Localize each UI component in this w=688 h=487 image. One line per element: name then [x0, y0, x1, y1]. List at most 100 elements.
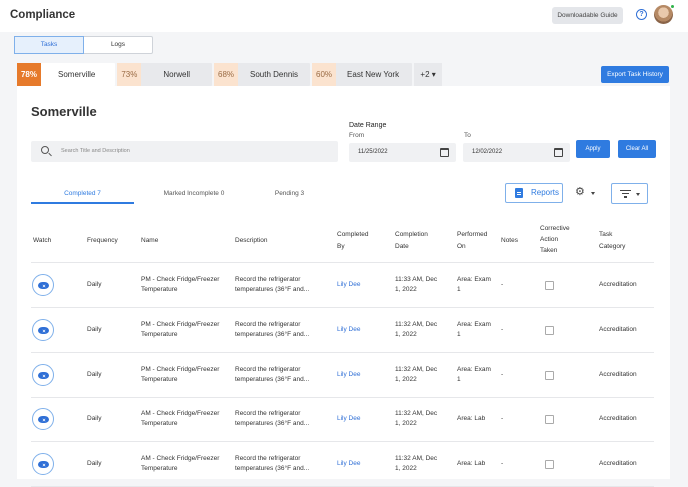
notes-cell: - [501, 415, 504, 422]
task-category-cell: Accreditation [599, 371, 637, 378]
description-cell: Record the refrigerator temperatures (36°… [235, 366, 310, 383]
to-label: To [464, 132, 471, 139]
col-completed-by: Completed By [337, 231, 369, 250]
apply-button[interactable]: Apply [576, 140, 610, 158]
watch-button[interactable] [32, 453, 54, 475]
description-cell: Record the refrigerator temperatures (36°… [235, 321, 310, 338]
frequency-cell: Daily [87, 460, 102, 467]
watch-button[interactable] [32, 319, 54, 341]
corrective-action-checkbox[interactable] [545, 281, 554, 290]
from-date-value: 11/25/2022 [358, 149, 388, 155]
name-cell[interactable]: AM - Check Fridge/Freezer Temperature [141, 409, 219, 429]
completed-by-link[interactable]: Lily Dee [337, 370, 360, 380]
notes-cell: - [501, 371, 504, 378]
clear-all-button[interactable]: Clear All [618, 140, 656, 158]
table-row[interactable]: Daily PM - Check Fridge/Freezer Temperatur… [31, 353, 654, 398]
corrective-action-checkbox[interactable] [545, 326, 554, 335]
watch-button[interactable] [32, 364, 54, 386]
corrective-action-checkbox[interactable] [545, 371, 554, 380]
location-tab-somerville[interactable]: 78% Somerville [17, 63, 116, 86]
col-completion-date: Completion Date [395, 231, 428, 250]
frequency-cell: Daily [87, 371, 102, 378]
completed-by-link[interactable]: Lily Dee [337, 325, 360, 335]
name-cell[interactable]: PM - Check Fridge/Freezer Temperature [141, 365, 219, 385]
col-corrective-action: Corrective Action Taken [540, 225, 570, 254]
location-tab-east-new-york[interactable]: 60% East New York [312, 63, 413, 86]
calendar-icon[interactable] [440, 148, 449, 157]
top-bar: Compliance Downloadable Guide ? [0, 0, 688, 32]
name-cell[interactable]: AM - Check Fridge/Freezer Temperature [141, 454, 219, 474]
from-label: From [349, 132, 365, 139]
eye-icon [38, 372, 49, 379]
export-task-history-button[interactable]: Export Task History [601, 66, 669, 83]
performed-on-cell: Area: Lab [457, 460, 486, 467]
notes-cell: - [501, 460, 504, 467]
table-row[interactable]: Daily PM - Check Fridge/Freezer Temperatur… [31, 263, 654, 308]
description-cell: Record the refrigerator temperatures (36°… [235, 455, 310, 472]
col-description: Description [235, 237, 268, 244]
tab-logs[interactable]: Logs [84, 37, 152, 53]
tab-marked-incomplete[interactable]: Marked Incomplete 0 [145, 190, 243, 197]
task-category-cell: Accreditation [599, 281, 637, 288]
location-tab-south-dennis[interactable]: 68% South Dennis [214, 63, 311, 86]
location-title: Somerville [31, 104, 97, 119]
to-date-value: 12/02/2022 [472, 149, 503, 155]
col-task-category: Task Category [599, 231, 626, 250]
location-tab-norwell[interactable]: 73% Norwell [117, 63, 213, 86]
eye-icon [38, 416, 49, 423]
from-date-field[interactable]: 11/25/2022 [349, 143, 456, 162]
view-toggle: Tasks Logs [14, 36, 153, 54]
watch-button[interactable] [32, 408, 54, 430]
performed-on-cell: Area: Lab [457, 415, 486, 422]
name-cell[interactable]: PM - Check Fridge/Freezer Temperature [141, 320, 219, 340]
calendar-icon[interactable] [554, 148, 563, 157]
notes-cell: - [501, 281, 504, 288]
performed-on-cell: Area: Exam 1 [457, 321, 491, 338]
watch-button[interactable] [32, 274, 54, 296]
location-panel: Somerville Search Title and Description … [17, 86, 670, 487]
downloadable-guide-button[interactable]: Downloadable Guide [552, 7, 623, 24]
location-percent: 78% [17, 63, 41, 86]
chevron-down-icon[interactable] [591, 192, 595, 195]
task-category-cell: Accreditation [599, 326, 637, 333]
performed-on-cell: Area: Exam 1 [457, 366, 491, 383]
frequency-cell: Daily [87, 415, 102, 422]
completed-by-link[interactable]: Lily Dee [337, 414, 360, 424]
search-icon [41, 146, 49, 154]
col-notes: Notes [501, 237, 518, 244]
location-percent: 73% [117, 63, 142, 86]
search-input[interactable]: Search Title and Description [31, 141, 338, 162]
corrective-action-checkbox[interactable] [545, 415, 554, 424]
completion-date-cell: 11:32 AM, Dec 1, 2022 [395, 455, 438, 472]
table-row[interactable]: Daily AM - Check Fridge/Freezer Temperatur… [31, 397, 654, 442]
tab-pending[interactable]: Pending 3 [257, 190, 322, 197]
table-row[interactable]: Daily PM - Check Fridge/Freezer Temperatur… [31, 308, 654, 353]
more-locations-dropdown[interactable]: +2 ▾ [414, 63, 443, 86]
name-cell[interactable]: PM - Check Fridge/Freezer Temperature [141, 275, 219, 295]
gear-icon[interactable]: ⚙ [575, 187, 585, 198]
filter-button[interactable] [611, 183, 648, 204]
chevron-down-icon [636, 193, 640, 196]
help-icon[interactable]: ? [636, 9, 647, 20]
reports-button[interactable]: Reports [505, 183, 563, 203]
description-cell: Record the refrigerator temperatures (36°… [235, 276, 310, 293]
description-cell: Record the refrigerator temperatures (36°… [235, 410, 310, 427]
tab-completed[interactable]: Completed 7 [31, 190, 134, 197]
to-date-field[interactable]: 12/02/2022 [463, 143, 570, 162]
corrective-action-checkbox[interactable] [545, 460, 554, 469]
tab-tasks[interactable]: Tasks [14, 36, 84, 54]
location-name: South Dennis [250, 70, 299, 79]
eye-icon [38, 327, 49, 334]
table-row[interactable]: Daily AM - Check Fridge/Freezer Temperatur… [31, 442, 654, 487]
col-performed-on: Performed On [457, 231, 488, 250]
eye-icon [38, 282, 49, 289]
online-status-dot [670, 4, 675, 9]
location-name: East New York [347, 70, 400, 79]
completion-date-cell: 11:32 AM, Dec 1, 2022 [395, 321, 438, 338]
completed-by-link[interactable]: Lily Dee [337, 280, 360, 290]
date-range-label: Date Range [349, 122, 387, 129]
location-percent: 60% [312, 63, 337, 86]
document-icon [515, 188, 523, 198]
location-percent: 68% [214, 63, 239, 86]
completed-by-link[interactable]: Lily Dee [337, 459, 360, 469]
